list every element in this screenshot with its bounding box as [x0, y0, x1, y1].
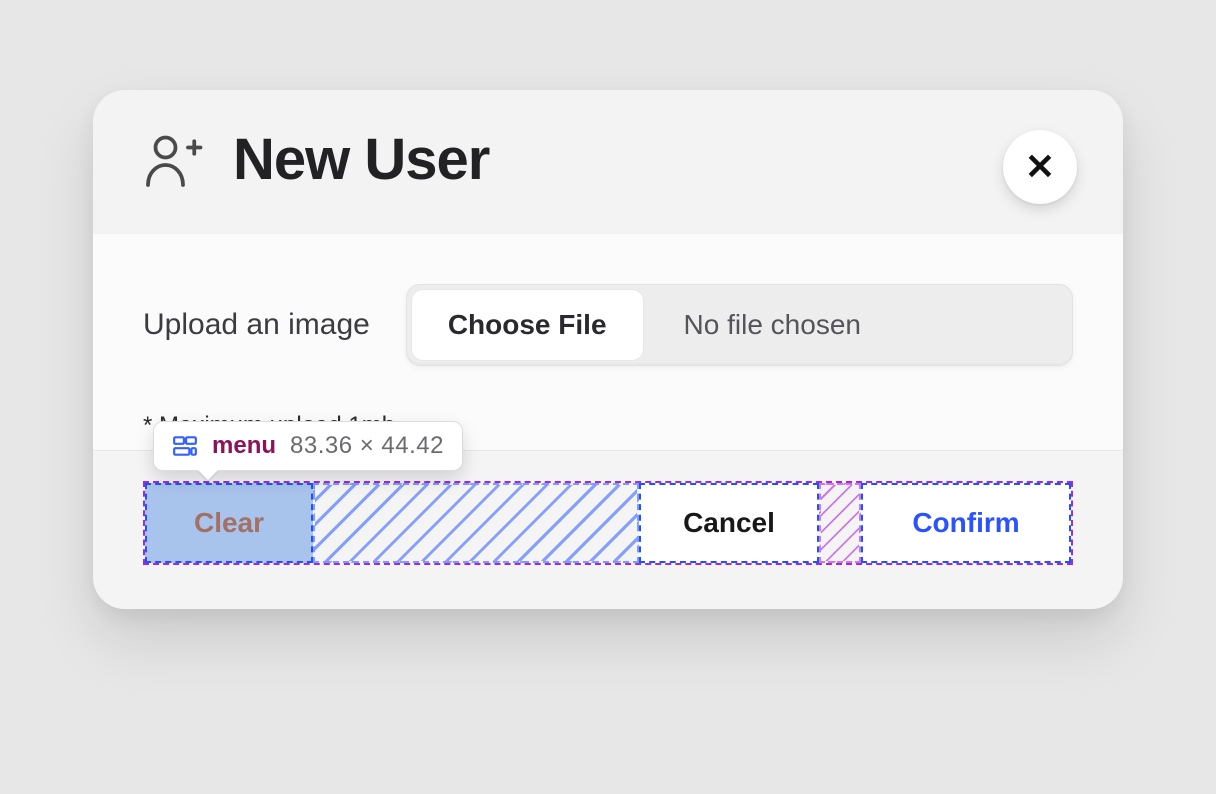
- user-plus-icon: [143, 130, 203, 190]
- close-icon: ✕: [1025, 146, 1055, 188]
- inspector-tag: menu: [212, 432, 276, 460]
- file-picker: Choose File No file chosen: [406, 284, 1073, 366]
- inspector-tooltip: menu 83.36 × 44.42: [153, 421, 463, 471]
- flex-spacer: [313, 483, 639, 563]
- upload-label: Upload an image: [143, 308, 370, 342]
- file-status-text: No file chosen: [648, 285, 1072, 365]
- modal-title: New User: [233, 126, 489, 193]
- footer-flex-container: menu 83.36 × 44.42 Clear Cancel Confirm: [143, 481, 1073, 565]
- flex-gap: [819, 483, 861, 563]
- flex-icon: [172, 433, 198, 459]
- clear-button[interactable]: Clear: [145, 483, 313, 563]
- confirm-label: Confirm: [912, 507, 1019, 539]
- inspector-dimensions: 83.36 × 44.42: [290, 432, 444, 460]
- new-user-modal: New User ✕ Upload an image Choose File N…: [93, 90, 1123, 609]
- modal-body: Upload an image Choose File No file chos…: [93, 233, 1123, 450]
- cancel-label: Cancel: [683, 507, 775, 539]
- modal-header: New User ✕: [93, 90, 1123, 233]
- choose-file-button[interactable]: Choose File: [411, 289, 644, 361]
- clear-label: Clear: [194, 507, 264, 539]
- confirm-button[interactable]: Confirm: [861, 483, 1071, 563]
- close-button[interactable]: ✕: [1003, 130, 1077, 204]
- upload-row: Upload an image Choose File No file chos…: [143, 284, 1073, 366]
- cancel-button[interactable]: Cancel: [639, 483, 819, 563]
- modal-footer: menu 83.36 × 44.42 Clear Cancel Confirm: [93, 450, 1123, 609]
